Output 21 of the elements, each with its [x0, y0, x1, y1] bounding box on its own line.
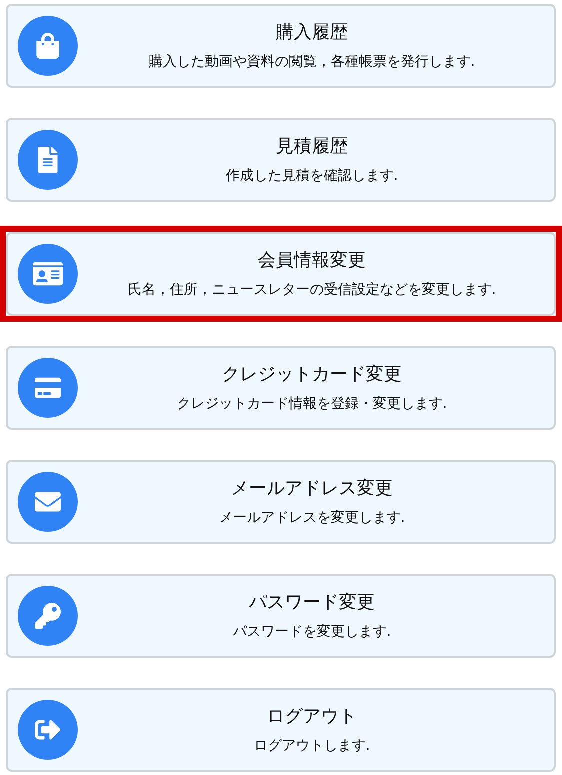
card-description: パスワードを変更します.: [232, 623, 392, 642]
card-title: ログアウト: [267, 705, 357, 729]
card-title: パスワード変更: [249, 591, 375, 615]
menu-card[interactable]: メールアドレス変更 メールアドレスを変更します.: [6, 460, 556, 544]
card-title: 見積履歴: [276, 135, 348, 159]
menu-card[interactable]: クレジットカード変更 クレジットカード情報を登録・変更します.: [6, 346, 556, 430]
card-description: メールアドレスを変更します.: [218, 509, 406, 528]
card-title: 会員情報変更: [258, 249, 366, 273]
card-description: クレジットカード情報を登録・変更します.: [176, 395, 448, 414]
card-title: メールアドレス変更: [231, 477, 393, 501]
card-description: 作成した見積を確認します.: [226, 167, 398, 186]
menu-card[interactable]: ログアウト ログアウトします.: [6, 688, 556, 772]
menu-card[interactable]: 購入履歴 購入した動画や資料の閲覧，各種帳票を発行します.: [6, 4, 556, 88]
menu-card[interactable]: 会員情報変更 氏名，住所，ニュースレターの受信設定などを変更します.: [6, 232, 556, 316]
menu-card[interactable]: 見積履歴 作成した見積を確認します.: [6, 118, 556, 202]
card-description: 購入した動画や資料の閲覧，各種帳票を発行します.: [148, 53, 476, 72]
card-title: クレジットカード変更: [222, 363, 402, 387]
card-title: 購入履歴: [276, 21, 348, 45]
card-description: ログアウトします.: [254, 737, 370, 756]
menu-card[interactable]: パスワード変更 パスワードを変更します.: [6, 574, 556, 658]
card-description: 氏名，住所，ニュースレターの受信設定などを変更します.: [128, 281, 496, 300]
